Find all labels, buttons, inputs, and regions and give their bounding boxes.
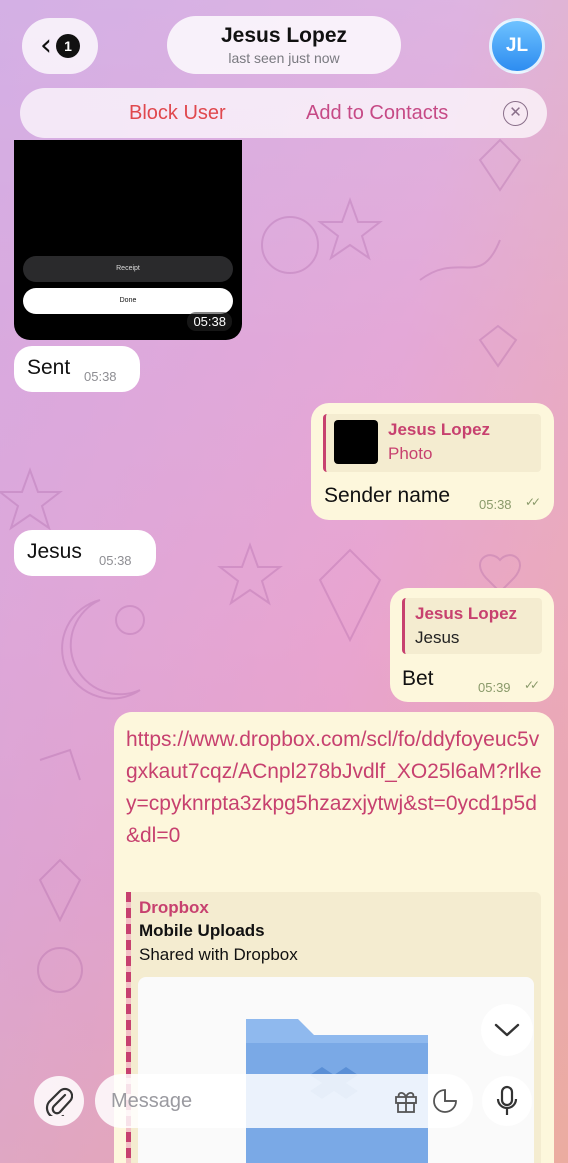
message-text: Sender name <box>324 484 451 507</box>
message-time: 05:38 <box>99 553 132 568</box>
receipt-button-image: Receipt <box>23 256 233 282</box>
reply-quote[interactable]: Jesus Lopez Jesus <box>402 598 542 654</box>
message-time: 05:38 <box>84 369 117 384</box>
chat-title[interactable]: Jesus Lopez last seen just now <box>167 16 401 74</box>
action-bar: Block User Add to Contacts ✕ <box>20 88 547 138</box>
close-icon[interactable]: ✕ <box>503 101 528 126</box>
message-time: 05:39 <box>478 680 511 695</box>
paperclip-icon <box>45 1087 73 1116</box>
contact-name: Jesus Lopez <box>220 24 348 47</box>
unread-count-badge: 1 <box>56 34 80 58</box>
microphone-icon <box>496 1085 518 1115</box>
media-message[interactable]: Receipt Done 05:38 <box>14 140 242 340</box>
back-button[interactable]: ‹ 1 <box>22 18 98 74</box>
double-check-icon: ✓✓ <box>524 678 540 692</box>
incoming-message[interactable]: Jesus 05:38 <box>14 530 156 576</box>
attach-button[interactable] <box>34 1076 84 1126</box>
reply-sender: Jesus Lopez <box>415 604 518 623</box>
back-chevron-icon: ‹ <box>40 28 52 63</box>
dropbox-link[interactable]: https://www.dropbox.com/scl/fo/ddyfoyeuc… <box>126 724 546 852</box>
gift-icon[interactable] <box>393 1088 419 1114</box>
block-user-button[interactable]: Block User <box>129 102 226 125</box>
sticker-icon[interactable] <box>432 1088 458 1114</box>
preview-description: Shared with Dropbox <box>139 945 298 964</box>
double-check-icon: ✓✓ <box>525 495 541 509</box>
folder-icon <box>246 1019 428 1163</box>
contact-status: last seen just now <box>228 50 340 66</box>
preview-title: Mobile Uploads <box>139 921 265 940</box>
microphone-button[interactable] <box>482 1076 532 1126</box>
outgoing-message[interactable]: Jesus Lopez Jesus Bet 05:39 ✓✓ <box>390 588 554 702</box>
incoming-message[interactable]: Sent 05:38 <box>14 346 140 392</box>
preview-image <box>138 977 534 1163</box>
outgoing-message[interactable]: Jesus Lopez Photo Sender name 05:38 ✓✓ <box>311 403 554 520</box>
message-time: 05:38 <box>187 312 232 331</box>
reply-text: Jesus <box>415 628 460 647</box>
message-text: Sent <box>27 356 71 379</box>
add-to-contacts-button[interactable]: Add to Contacts <box>306 102 448 125</box>
scroll-down-button[interactable] <box>481 1004 533 1056</box>
reply-thumbnail <box>334 420 378 464</box>
chevron-down-icon <box>494 1023 520 1037</box>
message-placeholder: Message <box>111 1090 193 1112</box>
reply-text: Photo <box>388 444 433 463</box>
reply-sender: Jesus Lopez <box>388 420 491 439</box>
message-text: Jesus <box>27 540 82 563</box>
message-text: Bet <box>402 667 434 690</box>
message-time: 05:38 <box>479 497 512 512</box>
preview-site-name: Dropbox <box>139 898 209 917</box>
message-input[interactable]: Message <box>95 1074 473 1128</box>
reply-quote[interactable]: Jesus Lopez Photo <box>323 414 541 472</box>
avatar[interactable]: JL <box>489 18 545 74</box>
done-button-image: Done <box>23 288 233 314</box>
